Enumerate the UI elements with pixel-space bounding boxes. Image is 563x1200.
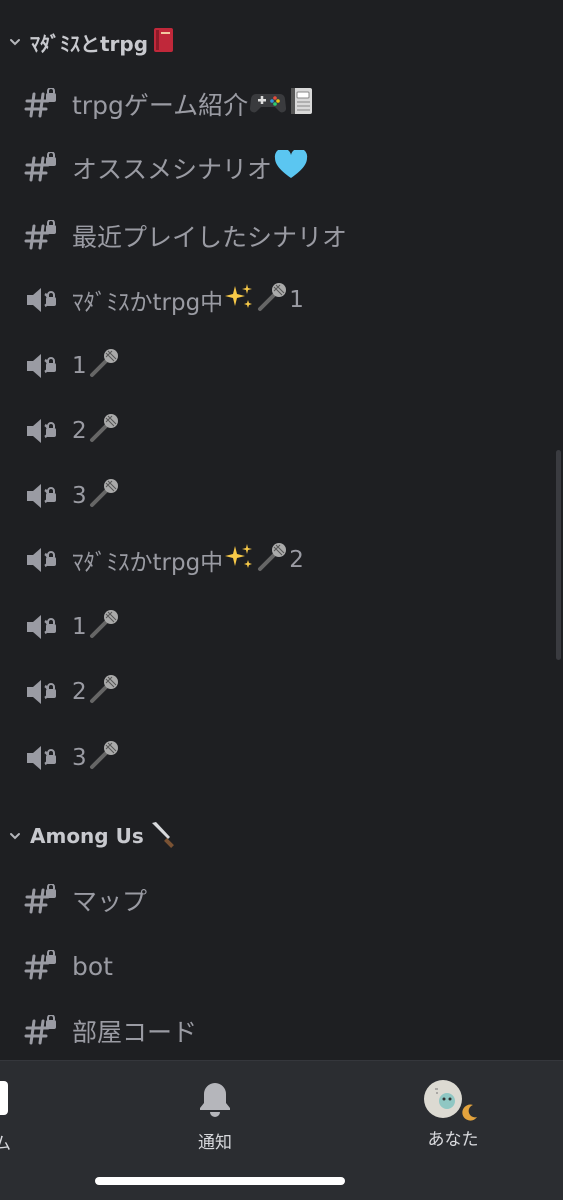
category-madamis-trpg[interactable]: ﾏﾀﾞﾐｽとtrpg [0,22,176,62]
text-channel-lock-icon [24,1011,64,1051]
channel-map[interactable]: マップ [24,872,147,928]
voice-channel-2b[interactable]: 2 [24,664,121,720]
channel-trpg-game-intro[interactable]: trpgゲーム紹介 [24,76,314,132]
text-channel-lock-icon [24,84,64,124]
voice-channel-3b[interactable]: 3 [24,730,121,786]
category-label: ﾏﾀﾞﾐｽとtrpg [30,31,149,56]
voice-channel-madamis-trpg-1[interactable]: ﾏﾀﾞﾐｽかtrpg中 1 [24,272,304,328]
voice-channel-lock-icon [24,346,64,386]
voice-channel-1a[interactable]: 1 [24,338,121,394]
channel-label: 1 [72,353,87,379]
microphone-icon [87,740,121,776]
avatar [423,1079,483,1123]
game-controller-icon [250,86,287,122]
voice-channel-2a[interactable]: 2 [24,403,121,459]
channel-recommended-scenarios[interactable]: オススメシナリオ [24,140,308,196]
tab-home-label: ム [0,1134,11,1154]
microphone-icon [87,348,121,384]
microphone-icon [87,609,121,645]
channel-label: マップ [72,887,148,916]
voice-channel-lock-icon [24,738,64,778]
text-channel-lock-icon [24,148,64,188]
channel-label: 2 [72,418,87,444]
bell-icon [195,1079,235,1124]
voice-channel-lock-icon [24,672,64,712]
channel-suffix: 2 [289,547,304,573]
sparkles-icon [223,542,255,578]
channel-label: 2 [72,679,87,705]
voice-channel-3a[interactable]: 3 [24,468,121,524]
channel-label: bot [72,951,113,981]
category-label: Among Us [30,824,144,848]
voice-channel-lock-icon [24,476,64,516]
book-icon [152,27,176,58]
channel-label: 3 [72,483,87,509]
channel-label: オススメシナリオ [72,155,273,184]
voice-channel-madamis-trpg-2[interactable]: ﾏﾀﾞﾐｽかtrpg中 2 [24,532,304,588]
voice-channel-lock-icon [24,280,64,320]
tab-you[interactable]: あなた [423,1079,483,1150]
microphone-icon [87,413,121,449]
tab-you-label: あなた [427,1130,479,1150]
channel-label: ﾏﾀﾞﾐｽかtrpg中 [72,290,224,316]
channel-suffix: 1 [289,287,304,313]
category-among-us[interactable]: Among Us [0,816,178,856]
channel-label: 3 [72,745,87,771]
voice-channel-lock-icon [24,607,64,647]
tab-home[interactable]: ム [0,1081,11,1154]
blue-heart-icon [274,148,308,186]
channel-label: 最近プレイしたシナリオ [72,223,348,252]
voice-channel-lock-icon [24,540,64,580]
tab-notifications[interactable]: 通知 [195,1079,235,1153]
channel-label: 部屋コード [72,1018,198,1047]
channel-bot[interactable]: bot [24,938,113,994]
voice-channel-1b[interactable]: 1 [24,599,121,655]
microphone-icon [255,542,289,578]
channel-list: ﾏﾀﾞﾐｽとtrpg trpgゲーム紹介 オススメシナリオ 最近プレイしたシナリ… [0,0,563,1060]
home-indicator [95,1177,345,1185]
chevron-down-icon [0,35,30,49]
tab-notifications-label: 通知 [198,1133,232,1153]
knife-icon [148,819,178,854]
channel-room-code[interactable]: 部屋コード [24,1003,197,1059]
microphone-icon [87,674,121,710]
chevron-down-icon [0,829,30,843]
text-channel-lock-icon [24,216,64,256]
voice-channel-lock-icon [24,411,64,451]
sparkles-icon [223,282,255,318]
channel-recently-played[interactable]: 最近プレイしたシナリオ [24,208,347,264]
scrollbar[interactable] [556,450,561,660]
app-screen: ﾏﾀﾞﾐｽとtrpg trpgゲーム紹介 オススメシナリオ 最近プレイしたシナリ… [0,0,563,1200]
channel-label: trpgゲーム紹介 [72,91,249,120]
text-channel-lock-icon [24,880,64,920]
microphone-icon [87,478,121,514]
channel-label: 1 [72,614,87,640]
text-channel-lock-icon [24,946,64,986]
home-icon [0,1081,8,1115]
notebook-icon [288,86,314,122]
channel-label: ﾏﾀﾞﾐｽかtrpg中 [72,550,224,576]
microphone-icon [255,282,289,318]
